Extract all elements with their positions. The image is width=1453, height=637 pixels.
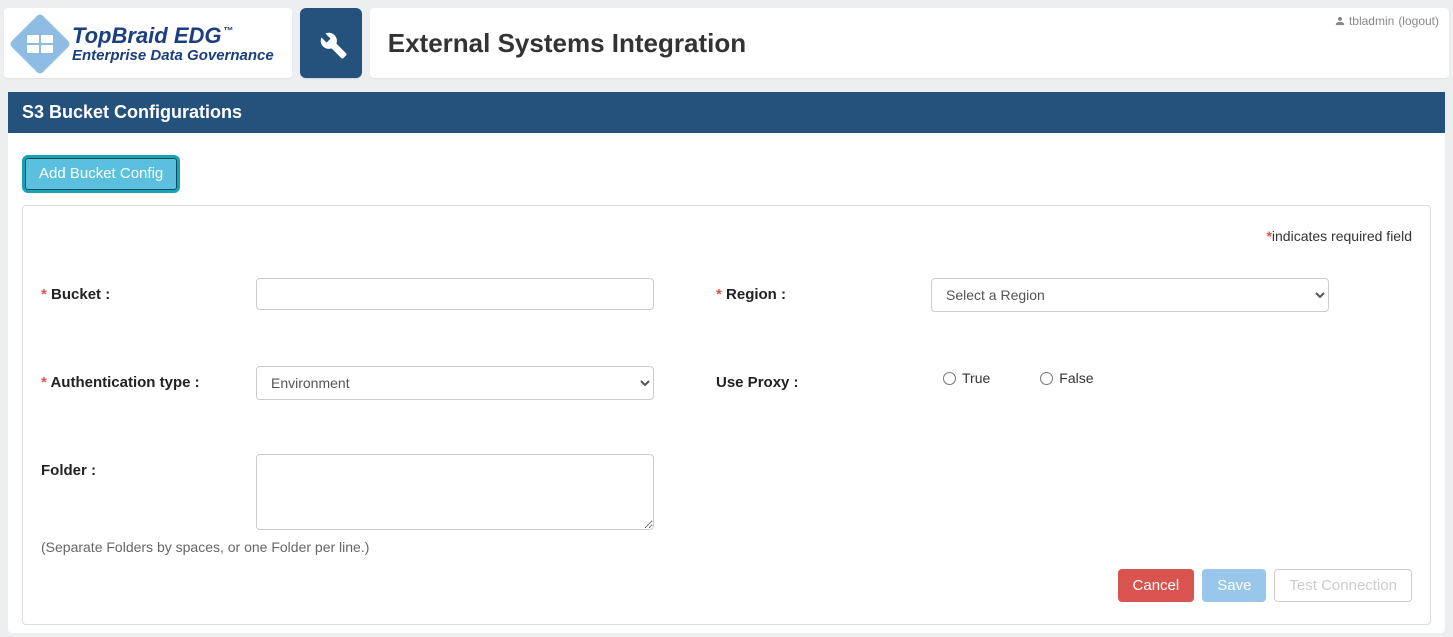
cancel-button[interactable]: Cancel xyxy=(1118,569,1195,602)
brand-text: TopBraid EDG™ Enterprise Data Governance xyxy=(72,24,274,65)
brand-sub: Enterprise Data Governance xyxy=(72,48,274,65)
proxy-false-radio[interactable] xyxy=(1040,372,1053,385)
bucket-input[interactable] xyxy=(256,278,654,310)
bucket-config-form: *indicates required field * Bucket : xyxy=(22,205,1431,625)
required-field-text: indicates required field xyxy=(1272,228,1412,244)
folder-label: Folder : xyxy=(41,454,256,479)
proxy-true-radio[interactable] xyxy=(943,372,956,385)
required-field-note: *indicates required field xyxy=(41,228,1412,244)
page-title: External Systems Integration xyxy=(388,28,746,59)
main-card: S3 Bucket Configurations Add Bucket Conf… xyxy=(8,92,1445,633)
auth-type-label: * Authentication type : xyxy=(41,366,256,391)
user-name: tbladmin xyxy=(1349,14,1394,28)
proxy-true-option[interactable]: True xyxy=(943,370,990,386)
title-bar: External Systems Integration tbladmin (l… xyxy=(370,8,1449,78)
add-bucket-config-button[interactable]: Add Bucket Config xyxy=(22,155,180,193)
section-title: S3 Bucket Configurations xyxy=(8,92,1445,133)
bucket-label: * Bucket : xyxy=(41,278,256,303)
use-proxy-label: Use Proxy : xyxy=(716,366,931,391)
logout-link[interactable]: (logout) xyxy=(1398,14,1439,28)
save-button[interactable]: Save xyxy=(1202,569,1266,602)
test-connection-button[interactable]: Test Connection xyxy=(1274,569,1412,602)
region-select[interactable]: Select a Region xyxy=(931,278,1329,312)
settings-tile[interactable] xyxy=(300,8,362,78)
proxy-true-label: True xyxy=(962,370,990,386)
brand-main: TopBraid EDG xyxy=(72,23,222,48)
proxy-false-label: False xyxy=(1059,370,1093,386)
brand-tm: ™ xyxy=(224,26,234,37)
region-label: * Region : xyxy=(716,278,931,303)
user-icon xyxy=(1335,16,1345,26)
proxy-false-option[interactable]: False xyxy=(1040,370,1093,386)
brand-logo-card[interactable]: TopBraid EDG™ Enterprise Data Governance xyxy=(4,8,292,78)
brand-logo-icon xyxy=(9,13,71,75)
folder-hint: (Separate Folders by spaces, or one Fold… xyxy=(41,539,1412,555)
folder-textarea[interactable] xyxy=(256,454,654,530)
user-area: tbladmin (logout) xyxy=(1335,14,1439,28)
wrench-icon xyxy=(314,26,348,60)
auth-type-select[interactable]: Environment xyxy=(256,366,654,400)
